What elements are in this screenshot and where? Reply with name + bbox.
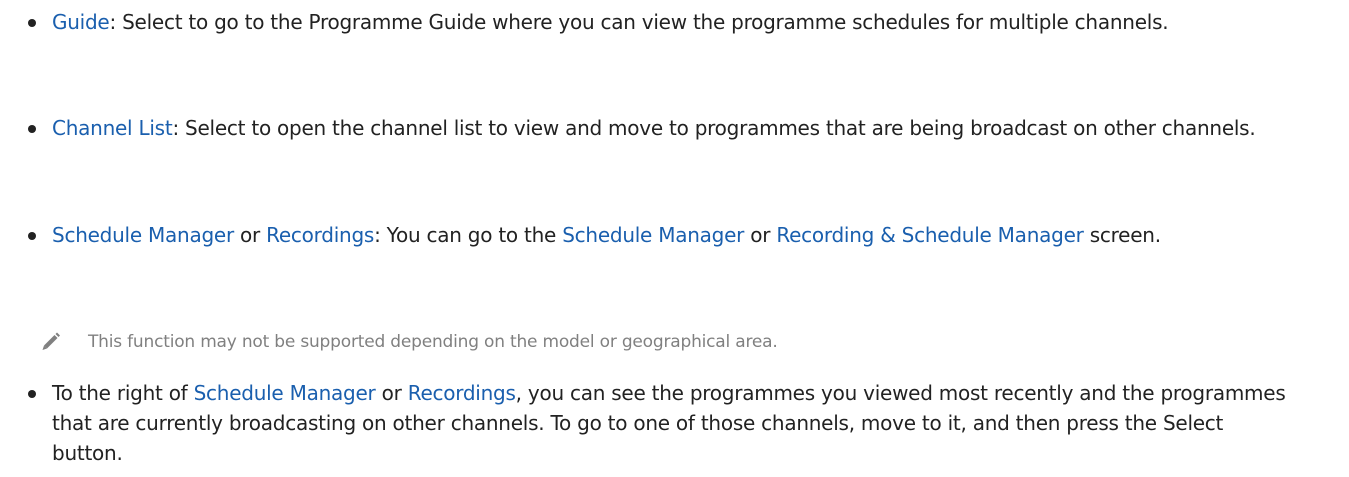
item-text-end: screen.: [1083, 223, 1161, 247]
connector-text: or: [233, 223, 267, 247]
connector-text: or: [375, 381, 408, 405]
bullet-icon: [28, 125, 36, 133]
term-recordings: Recordings: [407, 381, 516, 405]
list-item-guide: Guide: Select to go to the Programme Gui…: [28, 7, 1292, 37]
document-page: Guide: Select to go to the Programme Gui…: [0, 0, 1349, 477]
term-schedule-manager: Schedule Manager: [193, 381, 376, 405]
list-item-recent-programmes: To the right of Schedule Manager or Reco…: [28, 378, 1292, 468]
term-schedule-manager-2: Schedule Manager: [562, 223, 745, 247]
bullet-icon: [28, 19, 36, 27]
separator: :: [172, 116, 186, 140]
item-text: Select to go to the Programme Guide wher…: [122, 10, 1169, 34]
pencil-icon: [40, 330, 62, 352]
connector-text: or: [744, 223, 777, 247]
list-item-channel-list: Channel List: Select to open the channel…: [28, 113, 1292, 143]
list-item-schedule-manager: Schedule Manager or Recordings: You can …: [28, 220, 1292, 250]
bullet-icon: [28, 232, 36, 240]
term-guide: Guide: [52, 10, 110, 34]
item-text: : You can go to the: [374, 223, 563, 247]
term-channel-list: Channel List: [52, 116, 173, 140]
separator: :: [109, 10, 123, 34]
term-recordings: Recordings: [266, 223, 375, 247]
item-text: Select to open the channel list to view …: [185, 116, 1256, 140]
note-row: This function may not be supported depen…: [40, 327, 1240, 357]
note-text: This function may not be supported depen…: [88, 332, 778, 352]
term-recording-schedule-manager: Recording & Schedule Manager: [776, 223, 1084, 247]
term-schedule-manager: Schedule Manager: [52, 223, 234, 247]
bullet-icon: [28, 390, 36, 398]
item-lead-text: To the right of: [52, 381, 194, 405]
